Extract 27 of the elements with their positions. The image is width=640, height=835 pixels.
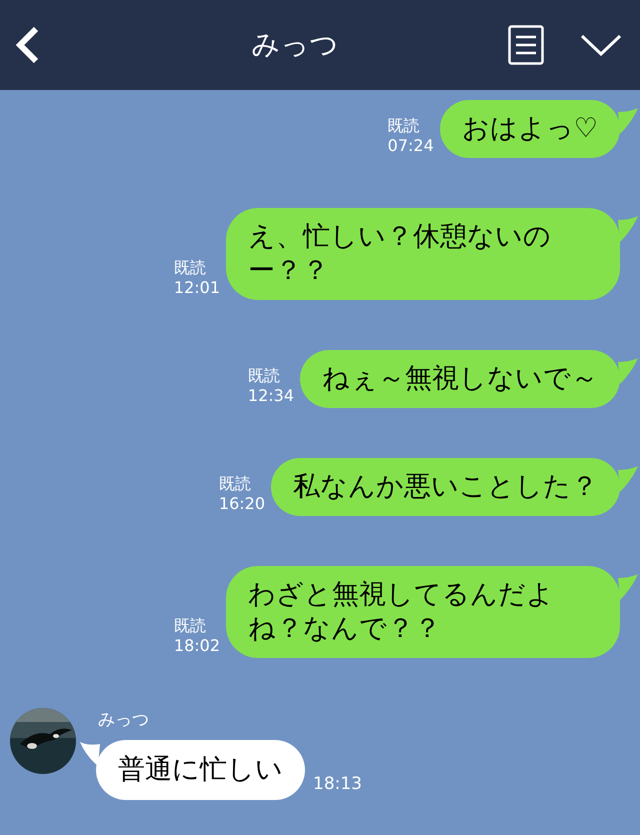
read-receipt: 既読 xyxy=(218,474,251,494)
message-bubble: 普通に忙しい xyxy=(96,740,305,800)
read-receipt: 既読 xyxy=(174,258,206,278)
sender-name: みっつ xyxy=(98,709,150,732)
message-bubble: ねぇ～無視しないで～ xyxy=(300,350,620,408)
chevron-down-icon[interactable] xyxy=(580,33,622,57)
menu-icon[interactable] xyxy=(508,25,544,65)
message-bubble: わざと無視してるんだよね？なんで？？ xyxy=(226,566,620,658)
read-receipt: 既読 xyxy=(248,366,280,386)
message-bubble: え、忙しい？休憩ないのー？？ xyxy=(226,208,620,300)
message-time: 07:24 xyxy=(388,136,434,156)
chat-title: みっつ xyxy=(252,27,338,63)
read-receipt: 既読 xyxy=(388,116,420,136)
bubble-tail-icon xyxy=(80,740,100,766)
bubble-tail-icon xyxy=(618,358,638,384)
bubble-tail-icon xyxy=(618,466,638,492)
bubble-tail-icon xyxy=(618,574,638,600)
message-time: 18:13 xyxy=(313,774,362,796)
message-bubble: おはよっ♡ xyxy=(440,100,620,158)
read-receipt: 既読 xyxy=(174,616,206,636)
message-time: 16:20 xyxy=(218,494,265,514)
message-bubble: 私なんか悪いことした？ xyxy=(271,458,620,516)
message-time: 12:34 xyxy=(248,386,294,406)
message-time: 18:02 xyxy=(174,636,220,656)
bubble-tail-icon xyxy=(618,216,638,242)
bubble-tail-icon xyxy=(618,108,638,134)
message-time: 12:01 xyxy=(174,278,220,298)
